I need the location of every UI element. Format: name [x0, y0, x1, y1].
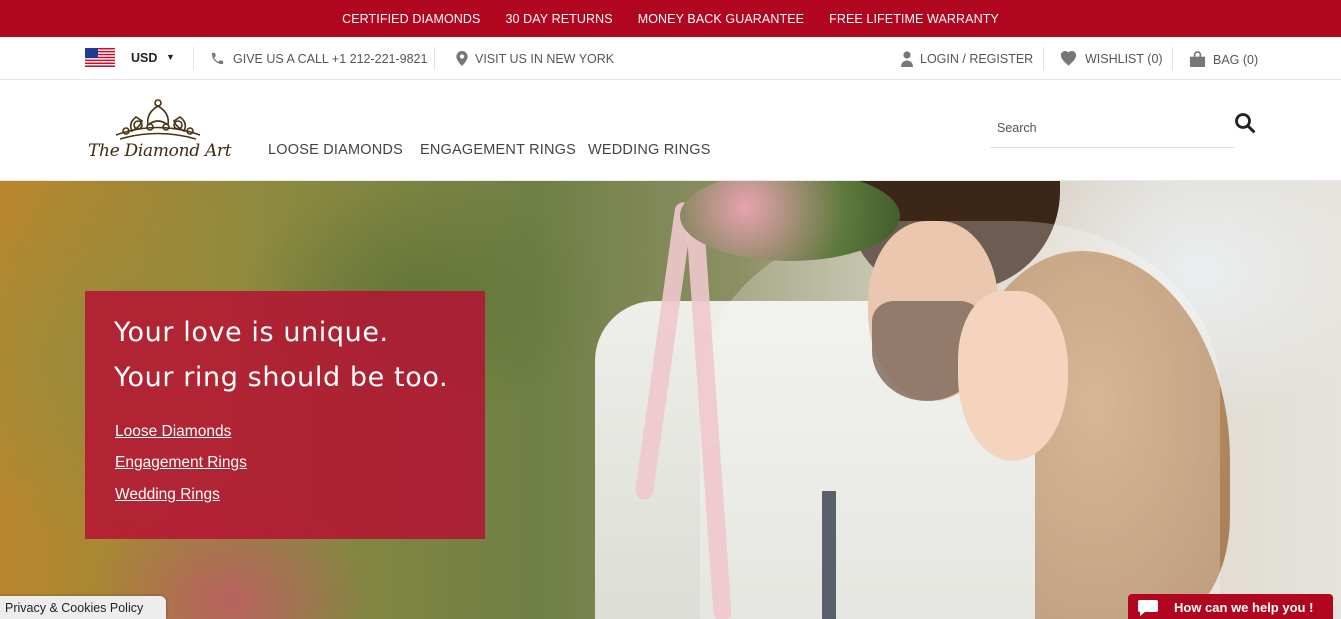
utility-bar: USD ▼ GIVE US A CALL +1 212-221-9821 VIS…: [0, 37, 1341, 80]
divider: [1172, 47, 1173, 70]
phone-icon: [211, 52, 224, 65]
phone-label: GIVE US A CALL +1 212-221-9821: [233, 51, 428, 66]
hero-link-engagement-rings[interactable]: Engagement Rings: [115, 454, 247, 472]
chat-bubble-icon: [1138, 600, 1158, 616]
logo-text[interactable]: The Diamond Art: [88, 141, 232, 161]
divider: [434, 47, 435, 70]
wishlist-label: WISHLIST (0): [1085, 52, 1163, 66]
promo-item-warranty: FREE LIFETIME WARRANTY: [829, 11, 999, 26]
nav-loose-diamonds[interactable]: LOOSE DIAMONDS: [268, 142, 403, 158]
promo-item-returns: 30 DAY RETURNS: [505, 11, 613, 26]
wishlist-link[interactable]: WISHLIST (0): [1059, 51, 1163, 67]
promo-item-guarantee: MONEY BACK GUARANTEE: [637, 11, 805, 26]
hero-text-box: Your love is unique. Your ring should be…: [85, 291, 485, 539]
us-flag-icon[interactable]: [85, 48, 115, 67]
hero-link-loose-diamonds[interactable]: Loose Diamonds: [115, 423, 231, 441]
hero-photo-detail: [700, 221, 1220, 619]
location-label: VISIT US IN NEW YORK: [475, 51, 615, 66]
search-icon[interactable]: [1234, 112, 1256, 134]
nav-engagement-rings[interactable]: ENGAGEMENT RINGS: [420, 142, 576, 158]
promo-bar: CERTIFIED DIAMONDS 30 DAY RETURNS MONEY …: [0, 0, 1341, 37]
heart-icon: [1060, 51, 1077, 67]
promo-item-certified: CERTIFIED DIAMONDS: [342, 11, 481, 26]
phone-link[interactable]: GIVE US A CALL +1 212-221-9821: [209, 51, 427, 66]
search-box: [990, 108, 1235, 148]
chat-widget-button[interactable]: How can we help you !: [1128, 594, 1333, 619]
user-icon: [901, 51, 913, 67]
chat-label: How can we help you !: [1174, 600, 1314, 615]
divider: [193, 47, 194, 70]
bag-label: BAG (0): [1213, 52, 1259, 67]
login-label: LOGIN / REGISTER: [920, 52, 1034, 66]
divider: [1043, 47, 1044, 70]
location-link[interactable]: VISIT US IN NEW YORK: [456, 51, 614, 66]
hero-headline-line-1: Your love is unique.: [114, 317, 389, 348]
hero-headline-line-2: Your ring should be too.: [114, 362, 449, 393]
search-input[interactable]: [990, 108, 1210, 148]
currency-selector[interactable]: USD: [131, 51, 157, 65]
bag-link[interactable]: BAG (0): [1189, 51, 1258, 68]
login-link[interactable]: LOGIN / REGISTER: [901, 51, 1033, 67]
chevron-down-icon[interactable]: ▼: [166, 52, 175, 62]
site-header: The Diamond Art LOOSE DIAMONDS ENGAGEMEN…: [0, 80, 1341, 181]
nav-wedding-rings[interactable]: WEDDING RINGS: [588, 142, 711, 158]
privacy-policy-tab[interactable]: Privacy & Cookies Policy: [0, 596, 166, 619]
map-pin-icon: [456, 51, 468, 66]
bag-icon: [1189, 51, 1206, 68]
hero-link-wedding-rings[interactable]: Wedding Rings: [115, 486, 220, 504]
